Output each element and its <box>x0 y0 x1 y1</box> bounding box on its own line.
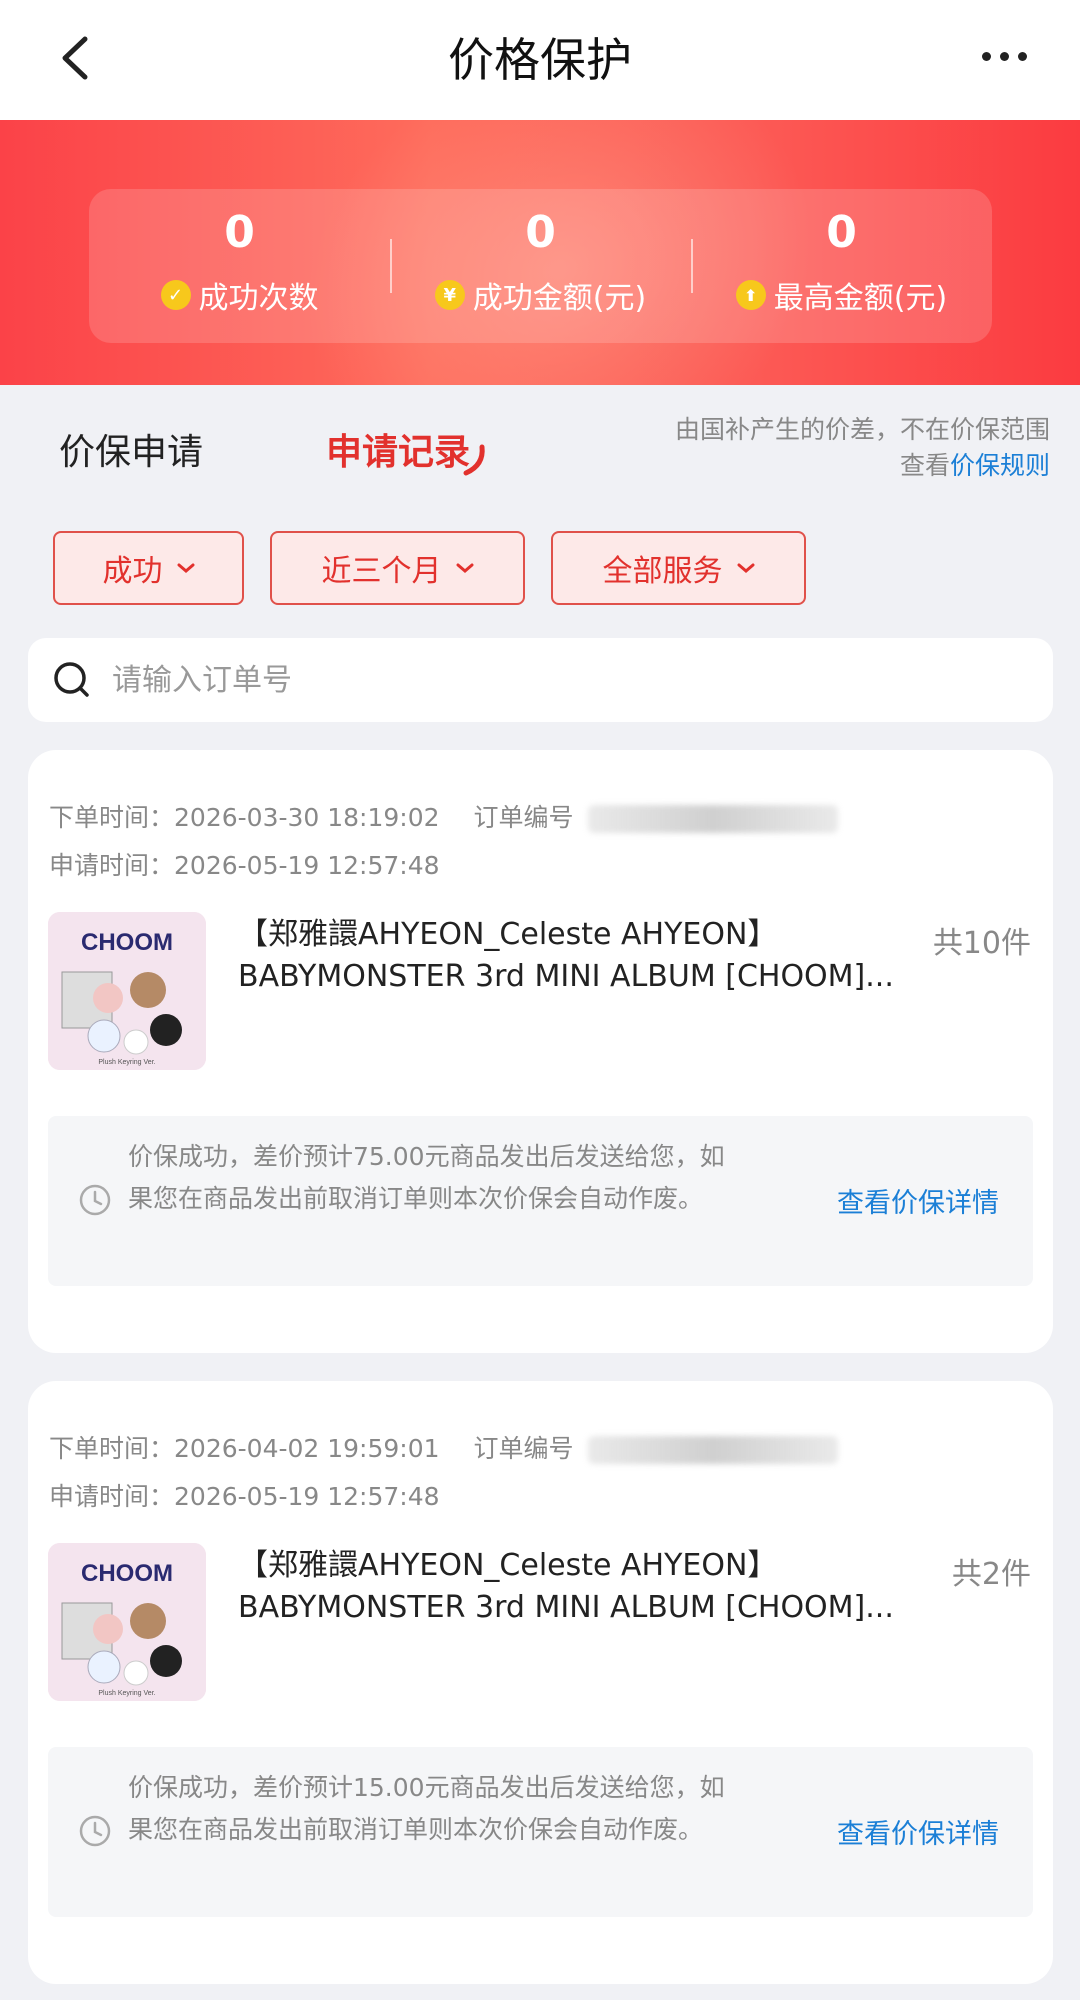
apply-time: 2026-05-19 12:57:48 <box>174 1482 440 1511</box>
filter-label: 近三个月 <box>321 554 442 589</box>
svg-text:Plush Keyring Ver.: Plush Keyring Ver. <box>98 1690 155 1697</box>
tab-apply-records[interactable]: 申请记录 <box>326 423 470 475</box>
order-time-row: 下单时间：2026-04-02 19:59:01 订单编号 <box>49 1429 838 1465</box>
status-message: 价保成功，差价预计15.00元商品发出后发送给您，如果您在商品发出前取消订单则本… <box>128 1773 725 1844</box>
stat-label: 最高金额(元) <box>773 281 948 316</box>
filter-label: 全部服务 <box>602 554 723 589</box>
search-icon <box>54 662 89 697</box>
product-name[interactable]: 【郑雅譞AHYEON_Celeste AHYEON】 BABYMONSTER 3… <box>238 914 918 998</box>
stats-banner: 0 ✓ 成功次数 0 ¥ 成功金额(元) 0 ⬆ 最高金额(元) <box>0 120 1080 385</box>
item-quantity: 共10件 <box>932 926 1031 961</box>
apply-time: 2026-05-19 12:57:48 <box>174 851 440 880</box>
clock-icon <box>79 1815 111 1847</box>
rules-link[interactable]: 价保规则 <box>950 451 1050 480</box>
stat-max-amount: 0 ⬆ 最高金额(元) <box>691 189 992 343</box>
status-message: 价保成功，差价预计75.00元商品发出后发送给您，如果您在商品发出前取消订单则本… <box>128 1142 725 1213</box>
order-number-redacted <box>587 1436 838 1464</box>
more-options-button[interactable] <box>964 28 1044 84</box>
product-thumbnail[interactable]: CHOOM Plush Keyring Ver. <box>48 912 206 1070</box>
chevron-down-icon <box>177 563 194 573</box>
more-dot-icon <box>1017 51 1027 61</box>
stats-card: 0 ✓ 成功次数 0 ¥ 成功金额(元) 0 ⬆ 最高金额(元) <box>89 189 992 343</box>
chevron-down-icon <box>456 563 473 573</box>
album-cover-image: CHOOM Plush Keyring Ver. <box>48 1543 206 1701</box>
chevron-down-icon <box>737 563 754 573</box>
more-dot-icon <box>981 51 991 61</box>
stat-value: 0 <box>525 207 556 258</box>
stat-label: 成功次数 <box>198 281 319 316</box>
svg-text:Plush Keyring Ver.: Plush Keyring Ver. <box>98 1059 155 1066</box>
stat-success-amount: 0 ¥ 成功金额(元) <box>390 189 691 343</box>
order-card: 下单时间：2026-03-30 18:19:02 订单编号 申请时间：2026-… <box>28 750 1053 1353</box>
order-number-redacted <box>587 805 838 833</box>
album-cover-image: CHOOM Plush Keyring Ver. <box>48 912 206 1070</box>
tab-price-protection-apply[interactable]: 价保申请 <box>59 423 203 475</box>
svg-text:CHOOM: CHOOM <box>81 1560 173 1587</box>
price-protection-notice: 由国补产生的价差，不在价保范围 查看价保规则 <box>675 412 1050 484</box>
order-time-row: 下单时间：2026-03-30 18:19:02 订单编号 <box>49 798 838 834</box>
order-time: 2026-04-02 19:59:01 <box>174 1434 440 1463</box>
view-detail-link[interactable]: 查看价保详情 <box>837 1812 999 1851</box>
check-coin-icon: ✓ <box>160 280 191 310</box>
stat-value: 0 <box>826 207 857 258</box>
product-thumbnail[interactable]: CHOOM Plush Keyring Ver. <box>48 1543 206 1701</box>
stat-success-count: 0 ✓ 成功次数 <box>89 189 390 343</box>
active-tab-indicator <box>463 444 485 476</box>
page-title: 价格保护 <box>448 33 632 87</box>
apply-time-row: 申请时间：2026-05-19 12:57:48 <box>49 851 440 880</box>
view-detail-link[interactable]: 查看价保详情 <box>837 1181 999 1220</box>
filter-bar: 成功 近三个月 全部服务 <box>53 531 806 605</box>
yen-coin-icon: ¥ <box>434 280 465 310</box>
order-search-bar <box>28 638 1053 722</box>
stat-label: 成功金额(元) <box>472 281 647 316</box>
tabs-row: 价保申请 申请记录 由国补产生的价差，不在价保范围 查看价保规则 <box>0 385 1080 505</box>
up-arrow-coin-icon: ⬆ <box>735 280 766 310</box>
notice-text: 由国补产生的价差，不在价保范围 <box>674 415 1050 444</box>
order-card: 下单时间：2026-04-02 19:59:01 订单编号 申请时间：2026-… <box>28 1381 1053 1984</box>
order-number-search-input[interactable] <box>112 662 912 698</box>
price-protection-status-box: 价保成功，差价预计15.00元商品发出后发送给您，如果您在商品发出前取消订单则本… <box>48 1747 1033 1917</box>
status-filter-dropdown[interactable]: 成功 <box>53 531 244 605</box>
product-name[interactable]: 【郑雅譞AHYEON_Celeste AHYEON】 BABYMONSTER 3… <box>238 1545 918 1629</box>
top-nav-bar: 价格保护 <box>0 0 1080 120</box>
item-quantity: 共2件 <box>951 1557 1031 1592</box>
svg-text:CHOOM: CHOOM <box>81 929 173 956</box>
order-time: 2026-03-30 18:19:02 <box>174 803 440 832</box>
filter-label: 成功 <box>102 554 163 589</box>
stat-value: 0 <box>224 207 255 258</box>
notice-prefix: 查看 <box>899 451 950 480</box>
time-range-filter-dropdown[interactable]: 近三个月 <box>270 531 525 605</box>
price-protection-status-box: 价保成功，差价预计75.00元商品发出后发送给您，如果您在商品发出前取消订单则本… <box>48 1116 1033 1286</box>
service-filter-dropdown[interactable]: 全部服务 <box>551 531 806 605</box>
clock-icon <box>79 1184 111 1216</box>
apply-time-row: 申请时间：2026-05-19 12:57:48 <box>49 1482 440 1511</box>
more-dot-icon <box>999 51 1009 61</box>
